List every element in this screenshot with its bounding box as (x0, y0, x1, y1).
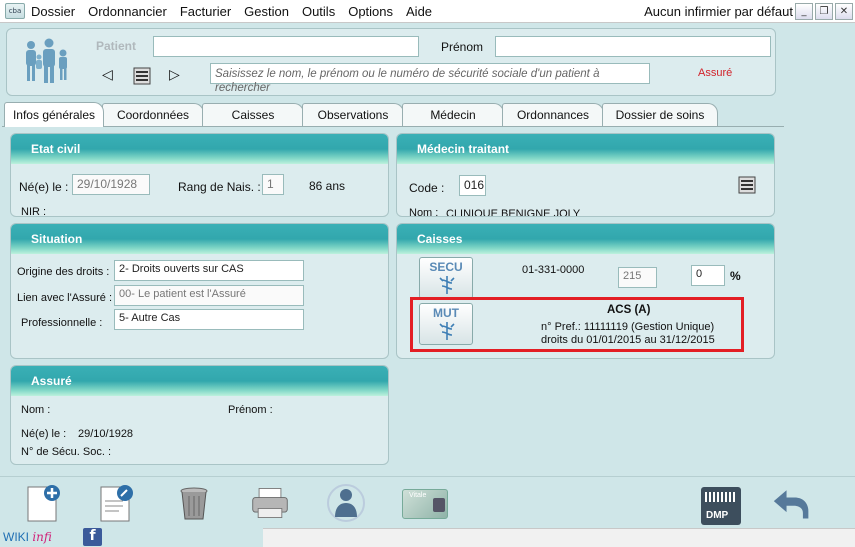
tab-ordonnances[interactable]: Ordonnances (502, 103, 604, 126)
assure-secu-label: N° de Sécu. Soc. : (21, 446, 111, 458)
birth-date-label: Né(e) le : (19, 180, 69, 194)
assure-status: Assuré (698, 67, 733, 79)
tab-bar: Infos générales Coordonnées Caisses Obse… (2, 102, 762, 127)
assure-group: Assuré Nom : Prénom : Né(e) le : 29/10/1… (10, 365, 389, 465)
tab-content: Etat civil Né(e) le : 29/10/1928 Rang de… (2, 126, 784, 474)
status-panel (263, 528, 855, 547)
family-icon (26, 38, 67, 83)
restore-button[interactable]: ❐ (815, 3, 833, 20)
bottom-toolbar: Vitale DMP (0, 476, 855, 528)
status-bar: WIKI infi f (0, 527, 855, 547)
nir-label: NIR : (21, 206, 47, 217)
professionnelle-field[interactable]: 5- Autre Cas (114, 309, 304, 330)
medecin-nom-value: CLINIQUE BENIGNE JOLY (446, 208, 581, 217)
dmp-icon[interactable]: DMP (701, 487, 741, 525)
medecin-nom-label: Nom : (409, 207, 439, 217)
vitale-label: Vitale (409, 492, 427, 499)
lien-label: Lien avec l'Assuré : (17, 292, 113, 304)
medecin-traitant-group: Médecin traitant Code : 016 Nom : CLINIQ… (396, 133, 775, 217)
tab-medecin[interactable]: Médecin (402, 103, 504, 126)
infi-text: infi (32, 530, 52, 544)
edit-document-icon[interactable] (95, 483, 135, 523)
lien-field[interactable]: 00- Le patient est l'Assuré (114, 285, 304, 306)
vitale-photo (433, 498, 445, 512)
facebook-icon[interactable]: f (83, 528, 102, 546)
caisses-title: Caisses (397, 224, 774, 254)
patient-name-input[interactable] (153, 36, 419, 57)
medecin-code-field[interactable]: 016 (459, 175, 486, 196)
assure-birth-label: Né(e) le : (21, 428, 67, 440)
search-placeholder: Saisissez le nom, le prénom ou le numéro… (215, 68, 600, 94)
menu-facturier[interactable]: Facturier (180, 4, 231, 19)
origine-label: Origine des droits : (17, 266, 110, 278)
tab-observations[interactable]: Observations (302, 103, 404, 126)
person-icon[interactable] (326, 483, 366, 523)
menu-bar: cba Dossier Ordonnancier Facturier Gesti… (0, 0, 855, 23)
secu-code: 01-331-0000 (522, 264, 585, 276)
assure-birth-value: 29/10/1928 (78, 428, 134, 440)
app-icon[interactable]: cba (5, 3, 25, 19)
medecin-code-label: Code : (409, 181, 445, 195)
menu-dossier[interactable]: Dossier (31, 4, 75, 19)
minimize-button[interactable]: _ (795, 3, 813, 20)
next-patient-icon[interactable]: ▷ (169, 67, 180, 83)
professionnelle-label: Professionnelle : (21, 317, 103, 329)
patient-search-input[interactable]: Saisissez le nom, le prénom ou le numéro… (210, 63, 650, 94)
patient-label: Patient (96, 39, 137, 53)
percent-field[interactable]: 0 (691, 265, 725, 286)
secu-number-field[interactable]: 215 (618, 267, 657, 288)
birth-date-field[interactable]: 29/10/1928 (72, 174, 150, 195)
default-nurse-label: Aucun infirmier par défaut (644, 4, 793, 19)
patient-search-panel: Patient Prénom ◁ ▷ Saisissez le nom, le … (6, 28, 776, 96)
dmp-label: DMP (706, 510, 729, 521)
tab-caisses[interactable]: Caisses (202, 103, 304, 126)
tab-dossier-de-soins[interactable]: Dossier de soins (602, 103, 718, 126)
etat-civil-group: Etat civil Né(e) le : 29/10/1928 Rang de… (10, 133, 389, 217)
dmp-barcode (705, 492, 737, 502)
prenom-label: Prénom (441, 40, 484, 54)
menu-ordonnancier[interactable]: Ordonnancier (88, 4, 167, 19)
tab-coordonnees[interactable]: Coordonnées (102, 103, 204, 126)
age-text: 86 ans (309, 179, 346, 193)
situation-title: Situation (11, 224, 388, 254)
medecin-card-icon[interactable] (738, 176, 756, 194)
situation-group: Situation Origine des droits : 2- Droits… (10, 223, 389, 359)
wiki-text: WIKI (3, 530, 29, 544)
previous-patient-icon[interactable]: ◁ (102, 67, 113, 83)
percent-sign: % (730, 269, 741, 283)
menu-gestion[interactable]: Gestion (244, 4, 289, 19)
back-arrow-icon[interactable] (772, 483, 812, 523)
menu-options[interactable]: Options (348, 4, 393, 19)
menu-outils[interactable]: Outils (302, 4, 335, 19)
secu-label: SECU (429, 260, 463, 274)
assure-nom-label: Nom : (21, 404, 51, 416)
trash-icon[interactable] (174, 483, 214, 523)
birth-rank-label: Rang de Nais. : (178, 180, 261, 194)
patient-card-icon[interactable] (133, 67, 151, 85)
origine-field[interactable]: 2- Droits ouverts sur CAS (114, 260, 304, 281)
assure-title: Assuré (11, 366, 388, 396)
menu-aide[interactable]: Aide (406, 4, 432, 19)
caduceus-icon (439, 276, 455, 294)
assure-prenom-label: Prénom : (228, 404, 273, 416)
secu-card-button[interactable]: SECU (419, 257, 473, 299)
prenom-input[interactable] (495, 36, 771, 57)
printer-icon[interactable] (250, 483, 290, 523)
medecin-title: Médecin traitant (397, 134, 774, 164)
wiki-infi-link[interactable]: WIKI infi (3, 530, 52, 544)
highlight-box (410, 297, 744, 352)
etat-civil-title: Etat civil (11, 134, 388, 164)
birth-rank-field[interactable]: 1 (262, 174, 284, 195)
tab-infos-generales[interactable]: Infos générales (4, 102, 104, 127)
close-button[interactable]: ✕ (835, 3, 853, 20)
new-document-icon[interactable] (22, 483, 62, 523)
vitale-card-icon[interactable]: Vitale (402, 489, 448, 519)
